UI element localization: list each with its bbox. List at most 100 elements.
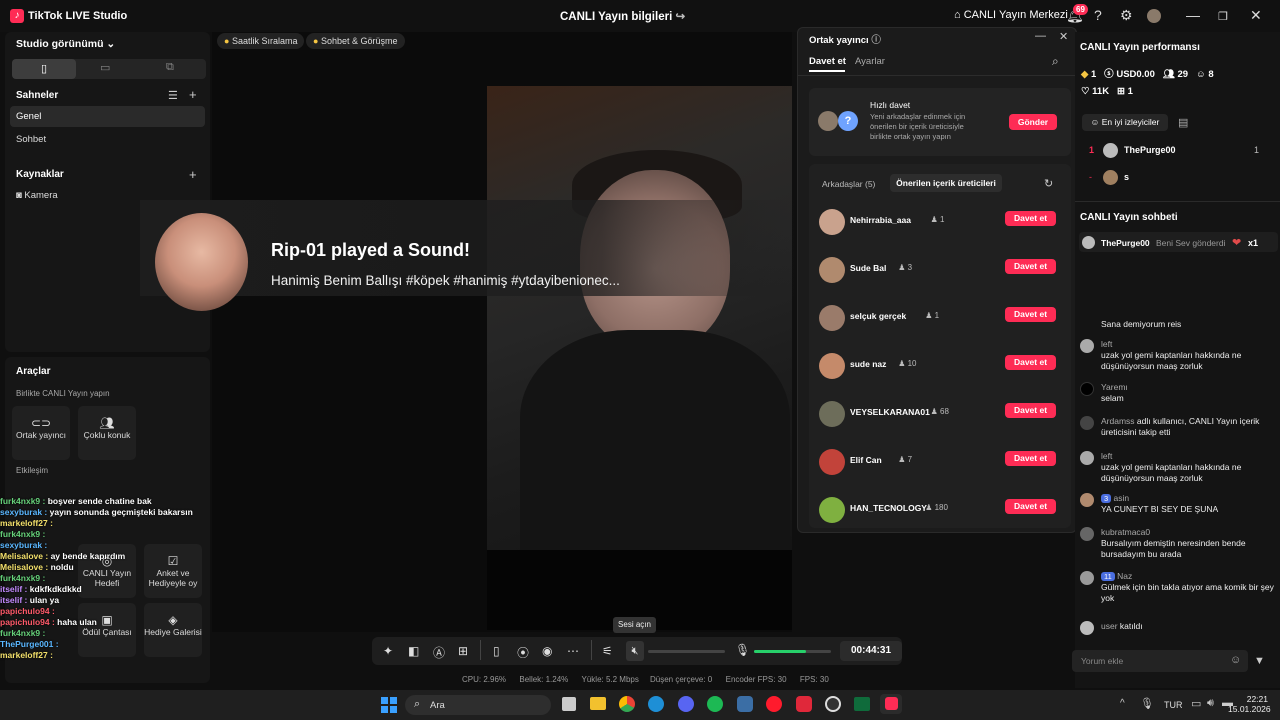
invite-button[interactable]: Davet et [1005,451,1056,466]
microphone-icon[interactable]: 🎙︎ [735,643,750,657]
follower-count: ♟ 68 [930,407,949,416]
monitor-icon[interactable]: ▭ [1191,697,1201,710]
panel-close-icon[interactable]: ✕ [1059,30,1068,43]
tab-friends[interactable]: Arkadaşlar (5) [822,179,875,189]
stat-encoder-fps: Encoder FPS: 30 [725,675,787,684]
maximize-icon[interactable]: ❐ [1218,10,1228,23]
cohost-tool-button[interactable]: ⊂⊃ Ortak yayıncı [12,406,70,460]
creator-name: Sude Bal [850,263,887,273]
list-icon[interactable]: ☰ [168,89,178,102]
tab-suggested[interactable]: Önerilen içerik üreticileri [890,174,1002,192]
minimize-icon[interactable]: — [1186,7,1200,23]
edge-icon[interactable] [648,696,664,712]
taskbar-search[interactable] [405,695,551,715]
chevron-down-icon: ⌄ [106,38,116,50]
app-icon[interactable] [796,696,812,712]
studio-view-dropdown[interactable]: Studio görünümü ⌄ [16,38,115,50]
portrait-layout-icon[interactable]: ▯ [12,59,76,79]
dual-layout-icon[interactable]: ⧉ [166,61,174,74]
multi-guest-tool-button[interactable]: 👥︎ Çoklu konuk [78,406,136,460]
add-scene-icon[interactable]: + [189,87,197,102]
creator-row: Nehirrabia_aaa ♟ 1 Davet et [809,205,1071,241]
gift-gallery-tool-button[interactable]: ◈ Hediye Galerisi [144,603,202,657]
chrome-icon[interactable] [619,696,635,712]
record-icon[interactable]: ⦿ [517,644,529,661]
language-indicator[interactable]: TUR [1164,700,1183,710]
app-name: TikTok LIVE Studio [28,10,128,22]
invite-button[interactable]: Davet et [1005,259,1056,274]
steam-icon[interactable] [737,696,753,712]
avatar [819,401,845,427]
chat-call-chip[interactable]: ● Sohbet & Görüşme [306,33,405,49]
chevron-up-icon[interactable]: ^ [1120,698,1125,709]
overlay-chat-line: markeloff27 : [0,518,53,528]
source-item-camera[interactable]: ◙ Kamera [16,190,58,201]
mute-speaker-icon[interactable]: 🔇︎ [626,641,644,661]
panel-minimize-icon[interactable]: — [1035,30,1046,42]
magic-wand-icon[interactable]: ✦ [383,644,393,658]
microphone-tray-icon[interactable]: 🎙︎ [1140,697,1154,710]
spotify-icon[interactable] [707,696,723,712]
close-icon[interactable]: ✕ [1250,7,1262,24]
notification-subtitle: Hanimiş Benim Ballışı #köpek #hanimiş #y… [271,273,620,288]
person-icon: ♟ [898,359,906,368]
top-viewer-name[interactable]: ThePurge00 [1124,145,1176,155]
search-icon: ⌕ [414,698,421,710]
person-icon: ♟ [925,503,933,512]
invite-button[interactable]: Davet et [1005,307,1056,322]
discord-icon[interactable] [678,696,694,712]
hourly-ranking-chip[interactable]: ● Saatlik Sıralama [217,33,305,49]
help-icon[interactable]: ? [1094,7,1102,23]
windows-start-icon[interactable] [381,697,397,713]
add-source-icon[interactable]: + [189,167,197,182]
avatar[interactable] [1147,9,1161,23]
creator-row: Sude Bal ♟ 3 Davet et [809,253,1071,289]
tool-label: Anket ve Hediyeyle oy [148,568,198,588]
mic-volume-slider[interactable] [754,650,831,653]
filter-icon[interactable]: ▼ [1254,655,1265,667]
phone-icon[interactable]: ▯ [493,644,500,658]
file-explorer-icon[interactable] [590,697,606,710]
invite-button[interactable]: Davet et [1005,403,1056,418]
top-viewers-tab[interactable]: ☺ En iyi izleyiciler [1082,114,1168,131]
app-icon[interactable] [825,696,841,712]
speaker-volume-slider[interactable] [648,650,725,653]
overlay-chat-line: furk4nxk9 : [0,573,46,583]
ai-icon[interactable]: Ⓐ [433,644,445,661]
opera-icon[interactable] [766,696,782,712]
chat-message: 11 Naz Gülmek için bin takla atıyor ama k… [1080,571,1276,604]
task-view-icon[interactable] [562,697,576,711]
volume-icon[interactable]: 🔊︎ [1207,697,1214,710]
send-button[interactable]: Gönder [1009,114,1057,130]
invite-button[interactable]: Davet et [1005,211,1056,226]
effects-icon[interactable]: ◧ [408,644,419,658]
invite-button[interactable]: Davet et [1005,355,1056,370]
stat-upload: Yükle: 5.2 Mbps [581,675,639,684]
list-icon[interactable]: ▤ [1178,116,1188,129]
top-viewer-name[interactable]: s [1124,172,1129,182]
live-center-button[interactable]: ⌂ CANLI Yayın Merkezi [954,9,1068,21]
avatar [1103,143,1118,158]
refresh-icon[interactable]: ↻ [1044,177,1053,190]
gear-icon[interactable]: ⚙ [1120,7,1133,24]
landscape-layout-icon[interactable]: ▭ [100,61,110,74]
tooltip: Sesi açın [613,617,656,633]
more-icon[interactable]: ⋯ [567,644,579,658]
add-media-icon[interactable]: ⊞ [458,644,468,658]
clock[interactable]: 22:21 15.01.2026 [1228,694,1271,714]
medal-icon: ● [224,36,230,46]
users-icon: 👥︎ [99,416,115,430]
scene-item-sohbet[interactable]: Sohbet [16,134,46,145]
search-icon[interactable]: ⌕ [1052,54,1059,69]
settings-sliders-icon[interactable]: ⚟ [602,644,613,658]
tab-invite[interactable]: Davet et [809,56,846,67]
tab-settings[interactable]: Ayarlar [855,56,885,67]
emoji-icon[interactable]: ☺ [1230,654,1241,666]
screenshot-icon[interactable]: ◉ [542,644,552,658]
app-icon[interactable] [854,697,870,711]
coin-icon: ⓢ [1104,69,1114,80]
source-label: Kamera [24,190,58,201]
live-info-title[interactable]: CANLI Yayın bilgileri ↪ [560,9,685,23]
poll-tool-button[interactable]: ☑ Anket ve Hediyeyle oy [144,544,202,598]
invite-button[interactable]: Davet et [1005,499,1056,514]
